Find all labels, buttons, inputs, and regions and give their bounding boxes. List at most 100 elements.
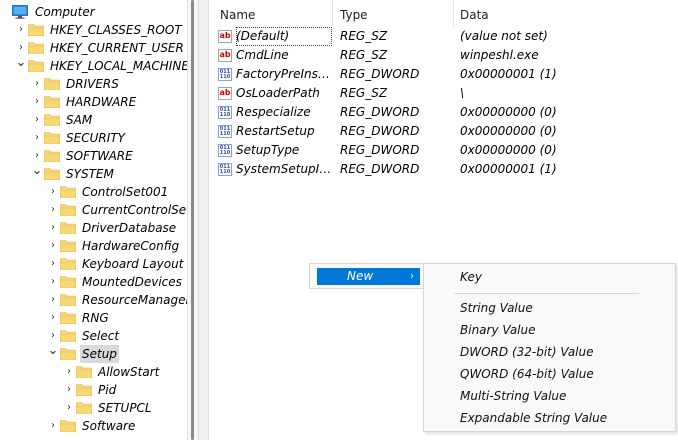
chevron-right-icon[interactable]: › [47, 237, 59, 255]
folder-icon [76, 402, 92, 414]
tree-scrollbar[interactable] [187, 0, 198, 440]
value-name: (Default) [236, 27, 332, 46]
value-row[interactable]: ab OsLoaderPath REG_SZ \ [210, 84, 678, 103]
value-name: OsLoaderPath [236, 86, 320, 100]
chevron-right-icon[interactable]: › [47, 273, 59, 291]
chevron-right-icon[interactable]: › [47, 309, 59, 327]
chevron-right-icon[interactable]: › [47, 255, 59, 273]
pane-splitter[interactable] [198, 0, 209, 440]
tree-item-label: Computer [35, 5, 95, 19]
folder-icon [28, 60, 44, 72]
folder-icon [60, 312, 76, 324]
tree-item-label: SECURITY [66, 131, 125, 145]
value-type: REG_DWORD [340, 162, 420, 176]
submenu-item-qword-64-bit-value[interactable]: QWORD (64-bit) Value [460, 363, 594, 385]
tree-item-label: SOFTWARE [66, 149, 133, 163]
binary-value-icon: 011 110 [218, 144, 232, 157]
column-header-type[interactable]: Type [340, 0, 368, 26]
chevron-right-icon[interactable]: › [63, 399, 75, 417]
value-type: REG_DWORD [340, 105, 420, 119]
tree-item-label: HKEY_CLASSES_ROOT [50, 23, 182, 37]
column-header-name[interactable]: Name [220, 0, 255, 26]
registry-tree: Computer › HKEY_CLASSES_ROOT › HKEY_CURRENT_… [0, 0, 187, 440]
submenu-item-expandable-string-value[interactable]: Expandable String Value [460, 407, 607, 429]
tree-item-label: DriverDatabase [82, 221, 177, 235]
binary-value-icon: 011 110 [218, 163, 232, 176]
value-name: SetupType [236, 143, 300, 157]
tree-item-label: Select [82, 329, 120, 343]
chevron-right-icon[interactable]: › [47, 417, 59, 435]
value-data: 0x00000001 (1) [460, 162, 557, 176]
chevron-right-icon[interactable]: › [47, 291, 59, 309]
folder-icon [60, 294, 76, 306]
tree-item-label: ResourceManager [82, 293, 187, 307]
folder-icon [44, 96, 60, 108]
menu-separator [454, 293, 639, 294]
value-name: Respecialize [236, 105, 311, 119]
folder-icon [76, 366, 92, 378]
folder-icon [44, 114, 60, 126]
chevron-down-icon[interactable]: ⌄ [47, 342, 59, 360]
value-data: (value not set) [460, 29, 548, 43]
tree-item-label: RNG [82, 311, 109, 325]
tree-item-label: Keyboard Layout [82, 257, 184, 271]
column-divider[interactable] [453, 0, 454, 26]
binary-value-icon: 011 110 [218, 125, 232, 138]
tree-item-label: ControlSet001 [82, 185, 169, 199]
new-submenu: Key String Value Binary Value DWORD (32-bi… [423, 263, 676, 432]
folder-icon [28, 24, 44, 36]
chevron-down-icon[interactable]: ⌄ [31, 162, 43, 180]
column-divider[interactable] [332, 0, 333, 26]
chevron-right-icon[interactable]: › [47, 183, 59, 201]
value-row[interactable]: ab CmdLine REG_SZ winpeshl.exe [210, 46, 678, 65]
tree-item-label: SETUPCL [98, 401, 152, 415]
tree-item-label: Pid [98, 383, 117, 397]
tree-item-label: MountedDevices [82, 275, 182, 289]
submenu-item-key[interactable]: Key [460, 266, 482, 288]
chevron-right-icon[interactable]: › [47, 219, 59, 237]
value-row[interactable]: ab (Default) REG_SZ (value not set) [210, 27, 678, 46]
value-row[interactable]: 011110 SystemSetupInP... REG_DWORD 0x000000… [210, 160, 678, 179]
value-type: REG_SZ [340, 48, 388, 62]
folder-icon [60, 186, 76, 198]
tree-scrollbar-thumb[interactable] [191, 0, 194, 440]
value-row[interactable]: 011 110 SetupType REG_DWORD 0x00000000 (0) [210, 141, 678, 160]
folder-icon [60, 240, 76, 252]
value-type: REG_SZ [340, 86, 388, 100]
chevron-right-icon: › [410, 271, 414, 282]
chevron-right-icon[interactable]: › [31, 93, 43, 111]
submenu-item-binary-value[interactable]: Binary Value [460, 319, 536, 341]
folder-icon [28, 42, 44, 54]
folder-icon [60, 258, 76, 270]
chevron-right-icon[interactable]: › [15, 21, 27, 39]
value-row[interactable]: 011 110 Respecialize REG_DWORD 0x00000000 (0… [210, 103, 678, 122]
value-name: SystemSetupInP... [236, 162, 332, 176]
submenu-item-dword-32-bit-value[interactable]: DWORD (32-bit) Value [460, 341, 594, 363]
chevron-right-icon[interactable]: › [63, 363, 75, 381]
chevron-right-icon[interactable]: › [47, 201, 59, 219]
chevron-right-icon[interactable]: › [31, 129, 43, 147]
folder-icon [76, 384, 92, 396]
string-value-icon: ab [218, 87, 232, 100]
tree-item-label: CurrentControlSet [82, 203, 187, 217]
value-data: winpeshl.exe [460, 48, 539, 62]
folder-icon [60, 276, 76, 288]
folder-icon [44, 168, 60, 180]
chevron-down-icon[interactable]: ⌄ [15, 54, 27, 72]
value-data: 0x00000000 (0) [460, 143, 557, 157]
submenu-item-multi-string-value[interactable]: Multi-String Value [460, 385, 566, 407]
tree-item-label: HKEY_LOCAL_MACHINE [50, 59, 187, 73]
chevron-right-icon[interactable]: › [31, 111, 43, 129]
folder-icon [44, 78, 60, 90]
string-value-icon: ab [218, 49, 232, 62]
column-header-data[interactable]: Data [460, 0, 489, 26]
submenu-item-string-value[interactable]: String Value [460, 297, 533, 319]
chevron-right-icon[interactable]: › [31, 75, 43, 93]
value-row[interactable]: 011110 FactoryPreInstall... REG_DWORD 0x000… [210, 65, 678, 84]
string-value-icon: ab [218, 30, 232, 43]
value-row[interactable]: 011 110 RestartSetup REG_DWORD 0x00000000 (0… [210, 122, 678, 141]
chevron-right-icon[interactable]: › [63, 381, 75, 399]
menu-item-new[interactable]: New › [317, 268, 420, 285]
folder-icon [44, 150, 60, 162]
value-data: \ [460, 86, 465, 100]
